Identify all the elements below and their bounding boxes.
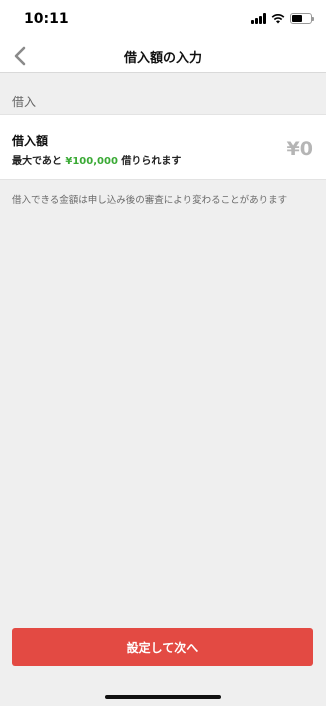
- status-icons: [251, 13, 314, 24]
- amount-limit-max: ¥100,000: [65, 156, 118, 167]
- status-time: 10:11: [24, 11, 69, 27]
- page-title: 借入額の入力: [123, 51, 202, 66]
- signal-icon: [251, 13, 266, 24]
- amount-limit-prefix: 最大であと: [12, 156, 62, 167]
- submit-button[interactable]: 設定して次へ: [12, 628, 313, 666]
- amount-input-row[interactable]: 借入額 最大であと ¥100,000 借りられます ¥0: [0, 114, 326, 180]
- review-note: 借入できる金額は申し込み後の審査により変わることがあります: [12, 195, 288, 206]
- amount-value-field[interactable]: ¥0: [287, 138, 313, 160]
- amount-title: 借入額: [12, 134, 49, 148]
- navigation-bar: 借入額の入力: [0, 40, 326, 73]
- battery-icon: [290, 13, 314, 24]
- amount-limit-suffix: 借りられます: [121, 156, 182, 167]
- section-header-label: 借入: [12, 95, 37, 109]
- amount-limit-text: 最大であと ¥100,000 借りられます: [12, 152, 181, 167]
- wifi-icon: [271, 14, 285, 24]
- section-header: 借入: [0, 74, 326, 114]
- home-indicator: [105, 695, 221, 699]
- status-bar: 10:11: [0, 0, 326, 40]
